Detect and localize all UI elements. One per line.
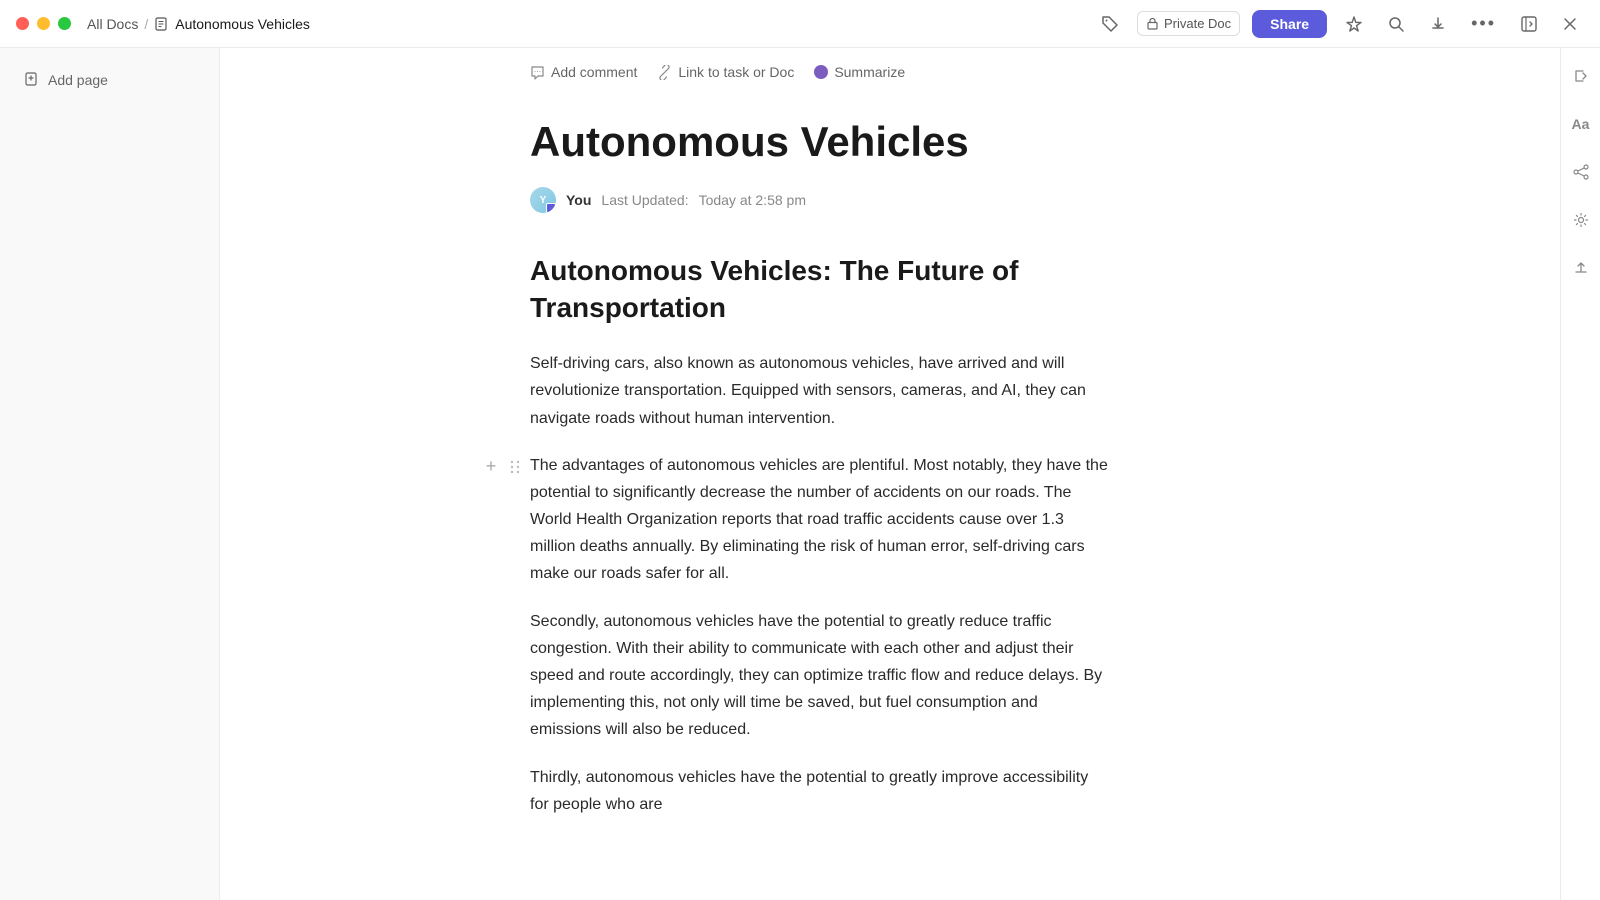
- link-task-label: Link to task or Doc: [678, 64, 794, 80]
- titlebar: All Docs / Autonomous Vehicles: [0, 0, 1600, 48]
- search-button[interactable]: [1381, 11, 1411, 37]
- paragraph-add-button[interactable]: +: [480, 456, 502, 478]
- summarize-label: Summarize: [834, 64, 905, 80]
- doc-heading: Autonomous Vehicles: The Future of Trans…: [530, 253, 1110, 326]
- more-button[interactable]: •••: [1465, 9, 1502, 38]
- font-size-icon[interactable]: Aa: [1565, 108, 1597, 140]
- doc-meta: Y You Last Updated: Today at 2:58 pm: [530, 187, 1110, 213]
- doc-updated-time: Today at 2:58 pm: [699, 192, 806, 208]
- breadcrumb-separator: /: [144, 16, 148, 32]
- summarize-action[interactable]: Summarize: [814, 64, 905, 80]
- paragraph-drag-handle[interactable]: [506, 456, 524, 478]
- private-doc-badge[interactable]: Private Doc: [1137, 11, 1240, 36]
- paragraph-2-wrapper: + The advantages of autonomous vehicles …: [530, 452, 1110, 608]
- export-button[interactable]: [1423, 11, 1453, 37]
- avatar-badge: [546, 203, 556, 213]
- breadcrumb-current-doc[interactable]: Autonomous Vehicles: [154, 16, 310, 32]
- add-page-button[interactable]: Add page: [8, 64, 211, 96]
- doc-updated-label: Last Updated:: [601, 192, 688, 208]
- upload-right-icon[interactable]: [1565, 252, 1597, 284]
- paragraph-4[interactable]: Thirdly, autonomous vehicles have the po…: [530, 764, 1110, 818]
- maximize-traffic-light[interactable]: [58, 17, 71, 30]
- share-right-icon[interactable]: [1565, 156, 1597, 188]
- add-page-label: Add page: [48, 72, 108, 88]
- breadcrumb-all-docs[interactable]: All Docs: [87, 16, 138, 32]
- add-comment-action[interactable]: Add comment: [530, 64, 637, 80]
- titlebar-right: Private Doc Share •••: [1095, 9, 1584, 38]
- add-comment-label: Add comment: [551, 64, 637, 80]
- traffic-lights: [16, 17, 71, 30]
- right-sidebar: Aa: [1560, 48, 1600, 900]
- main-layout: Add page Add comment Li: [0, 48, 1600, 900]
- settings-right-icon[interactable]: [1565, 204, 1597, 236]
- share-button[interactable]: Share: [1252, 10, 1327, 38]
- collapse-sidebar-button[interactable]: [1514, 11, 1544, 37]
- doc-content: Autonomous Vehicles Y You Last Updated: …: [220, 97, 1420, 900]
- doc-toolbar: Add comment Link to task or Doc Summariz…: [220, 48, 1560, 97]
- paragraph-2[interactable]: The advantages of autonomous vehicles ar…: [530, 452, 1110, 588]
- collapse-right-icon[interactable]: [1565, 60, 1597, 92]
- paragraph-1[interactable]: Self-driving cars, also known as autonom…: [530, 350, 1110, 432]
- sidebar: Add page: [0, 48, 220, 900]
- close-button[interactable]: [1556, 12, 1584, 36]
- doc-author: You: [566, 192, 591, 208]
- minimize-traffic-light[interactable]: [37, 17, 50, 30]
- summarize-icon: [814, 65, 828, 79]
- current-doc-name: Autonomous Vehicles: [175, 16, 310, 32]
- star-button[interactable]: [1339, 11, 1369, 37]
- doc-icon: [154, 16, 170, 32]
- link-task-action[interactable]: Link to task or Doc: [657, 64, 794, 80]
- document-title[interactable]: Autonomous Vehicles: [530, 117, 1110, 167]
- breadcrumb: All Docs / Autonomous Vehicles: [87, 16, 310, 32]
- avatar: Y: [530, 187, 556, 213]
- private-doc-label: Private Doc: [1164, 16, 1231, 31]
- close-traffic-light[interactable]: [16, 17, 29, 30]
- paragraph-3[interactable]: Secondly, autonomous vehicles have the p…: [530, 608, 1110, 744]
- tag-button[interactable]: [1095, 11, 1125, 37]
- doc-area[interactable]: Add comment Link to task or Doc Summariz…: [220, 48, 1560, 900]
- paragraph-2-controls: +: [480, 456, 524, 478]
